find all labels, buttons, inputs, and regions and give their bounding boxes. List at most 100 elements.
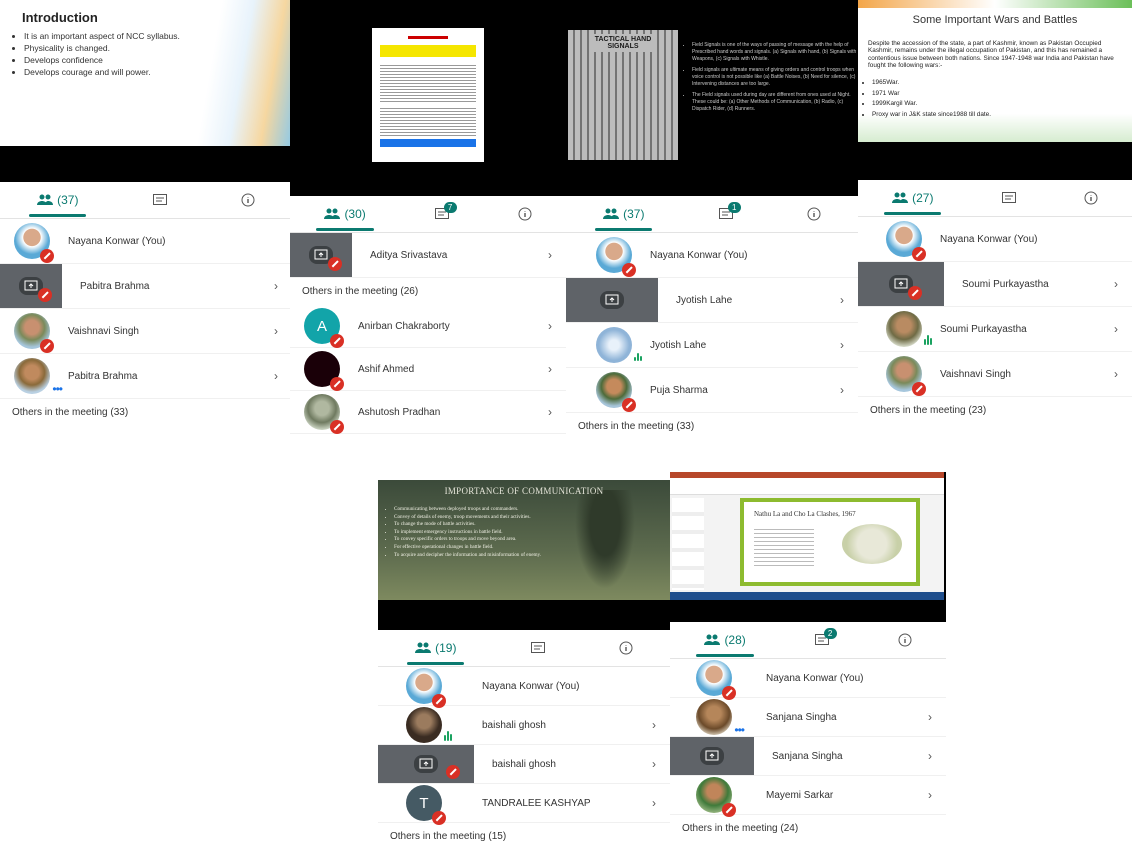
tab-info[interactable] (1084, 191, 1098, 205)
participant-name: Vaishnavi Singh (940, 368, 1011, 380)
chevron-right-icon[interactable]: › (1114, 277, 1118, 291)
chevron-right-icon[interactable]: › (928, 788, 932, 802)
participant-row-presenting[interactable]: Aditya Srivastava › (290, 233, 566, 278)
chevron-right-icon[interactable]: › (274, 369, 278, 383)
meet-panel-2: (30) 7 Aditya Srivastava › Others in the… (290, 0, 566, 440)
participant-row-presenting[interactable]: baishali ghosh › (378, 745, 670, 784)
shared-slide: Some Important Wars and Battles Despite … (858, 0, 1132, 180)
participant-name: Vaishnavi Singh (68, 325, 139, 337)
slide-title: Introduction (22, 10, 98, 25)
chevron-right-icon[interactable]: › (928, 710, 932, 724)
participant-row[interactable]: ••• Sanjana Singha › (670, 698, 946, 737)
info-icon (241, 193, 255, 207)
chevron-right-icon[interactable]: › (840, 293, 844, 307)
participant-name: Pabitra Brahma (80, 280, 150, 292)
mic-off-icon (912, 382, 926, 396)
tab-info[interactable] (518, 207, 532, 221)
slide-bullets: Field Signals is one of the ways of pass… (684, 42, 858, 113)
participant-row[interactable]: Nayana Konwar (You) (566, 233, 858, 278)
participant-row[interactable]: Nayana Konwar (You) (670, 659, 946, 700)
participant-row[interactable]: Vaishnavi Singh › (0, 309, 292, 354)
chevron-right-icon[interactable]: › (548, 248, 552, 262)
mic-off-icon (328, 257, 342, 271)
tab-chat[interactable]: 1 (718, 201, 741, 221)
present-screen-icon (419, 758, 433, 769)
avatar: ••• (14, 358, 63, 396)
chevron-right-icon[interactable]: › (274, 279, 278, 293)
slide-bullet: 1971 War (872, 89, 991, 100)
avatar (696, 660, 736, 700)
chevron-right-icon[interactable]: › (652, 718, 656, 732)
participant-row[interactable]: baishali ghosh › (378, 706, 670, 745)
chevron-right-icon[interactable]: › (548, 405, 552, 419)
participant-row[interactable]: Jyotish Lahe › (566, 323, 858, 368)
mic-off-icon (432, 811, 446, 825)
participant-name: Nayana Konwar (You) (650, 249, 748, 261)
tab-people[interactable]: (37) (29, 193, 87, 217)
avatar (886, 311, 932, 347)
tab-info[interactable] (241, 193, 255, 207)
tab-people[interactable]: (37) (595, 207, 653, 231)
tab-info[interactable] (619, 641, 633, 655)
present-screen-icon (314, 249, 328, 260)
participant-row[interactable]: T TANDRALEE KASHYAP › (378, 784, 670, 825)
participant-row[interactable]: Ashif Ahmed › (290, 348, 566, 391)
meeting-tabs: (37) (0, 182, 292, 219)
tab-people[interactable]: (27) (884, 191, 942, 215)
participant-row[interactable]: Nayana Konwar (You) (858, 217, 1132, 262)
meeting-tabs: (30) 7 (290, 196, 566, 233)
participant-row[interactable]: ••• Pabitra Brahma › (0, 354, 292, 399)
participant-row[interactable]: Nayana Konwar (You) (378, 667, 670, 708)
tab-info[interactable] (807, 207, 821, 221)
chevron-right-icon[interactable]: › (548, 362, 552, 376)
people-count: (28) (724, 633, 746, 647)
participant-row[interactable]: A Anirban Chakraborty › (290, 305, 566, 348)
slide-bullet: To acquire and decipher the information … (394, 552, 634, 560)
tab-chat[interactable]: 7 (434, 201, 457, 221)
presentation-tile (378, 745, 474, 783)
tab-chat[interactable] (1001, 191, 1016, 205)
tab-people[interactable]: (19) (407, 641, 465, 665)
chevron-right-icon[interactable]: › (274, 324, 278, 338)
chevron-right-icon[interactable]: › (548, 319, 552, 333)
participant-row[interactable]: Mayemi Sarkar › (670, 776, 946, 817)
tab-people[interactable]: (28) (696, 633, 755, 657)
tab-chat[interactable] (152, 193, 167, 207)
slide-image-title: TACTICAL HAND SIGNALS (591, 34, 655, 52)
slide-bullets: It is an important aspect of NCC syllabu… (10, 30, 194, 78)
people-count: (30) (344, 207, 366, 221)
participant-row-presenting[interactable]: Sanjana Singha › (670, 737, 946, 776)
chevron-right-icon[interactable]: › (928, 749, 932, 763)
participant-row-presenting[interactable]: Jyotish Lahe › (566, 278, 858, 323)
chevron-right-icon[interactable]: › (840, 338, 844, 352)
chat-badge: 1 (727, 201, 741, 213)
tab-chat[interactable] (530, 641, 545, 655)
speaking-icon (924, 335, 932, 345)
chevron-right-icon[interactable]: › (652, 796, 656, 810)
speaking-icon (444, 731, 452, 741)
participant-name: Puja Sharma (650, 384, 708, 396)
chat-icon (152, 193, 167, 205)
participant-row[interactable]: Nayana Konwar (You) (0, 219, 292, 264)
present-screen-icon (705, 750, 719, 761)
chevron-right-icon[interactable]: › (840, 383, 844, 397)
participant-name: Nayana Konwar (You) (68, 235, 166, 247)
participant-name: Nayana Konwar (You) (940, 233, 1038, 245)
participant-row[interactable]: Soumi Purkayastha › (858, 307, 1132, 352)
participant-name: Jyotish Lahe (676, 294, 733, 306)
participant-row-presenting[interactable]: Pabitra Brahma › (0, 264, 292, 309)
slide-bullet: Develops confidence (24, 54, 194, 66)
tab-chat[interactable]: 2 (814, 627, 837, 647)
chevron-right-icon[interactable]: › (652, 757, 656, 771)
chevron-right-icon[interactable]: › (1114, 322, 1118, 336)
avatar (304, 351, 344, 391)
people-icon (892, 192, 909, 203)
participant-row-presenting[interactable]: Soumi Purkayastha › (858, 262, 1132, 307)
participant-row[interactable]: Ashutosh Pradhan › (290, 391, 566, 434)
tab-people[interactable]: (30) (316, 207, 375, 231)
tab-info[interactable] (898, 633, 912, 647)
participant-row[interactable]: Vaishnavi Singh › (858, 352, 1132, 397)
chevron-right-icon[interactable]: › (1114, 367, 1118, 381)
info-icon (619, 641, 633, 655)
participant-row[interactable]: Puja Sharma › (566, 368, 858, 413)
